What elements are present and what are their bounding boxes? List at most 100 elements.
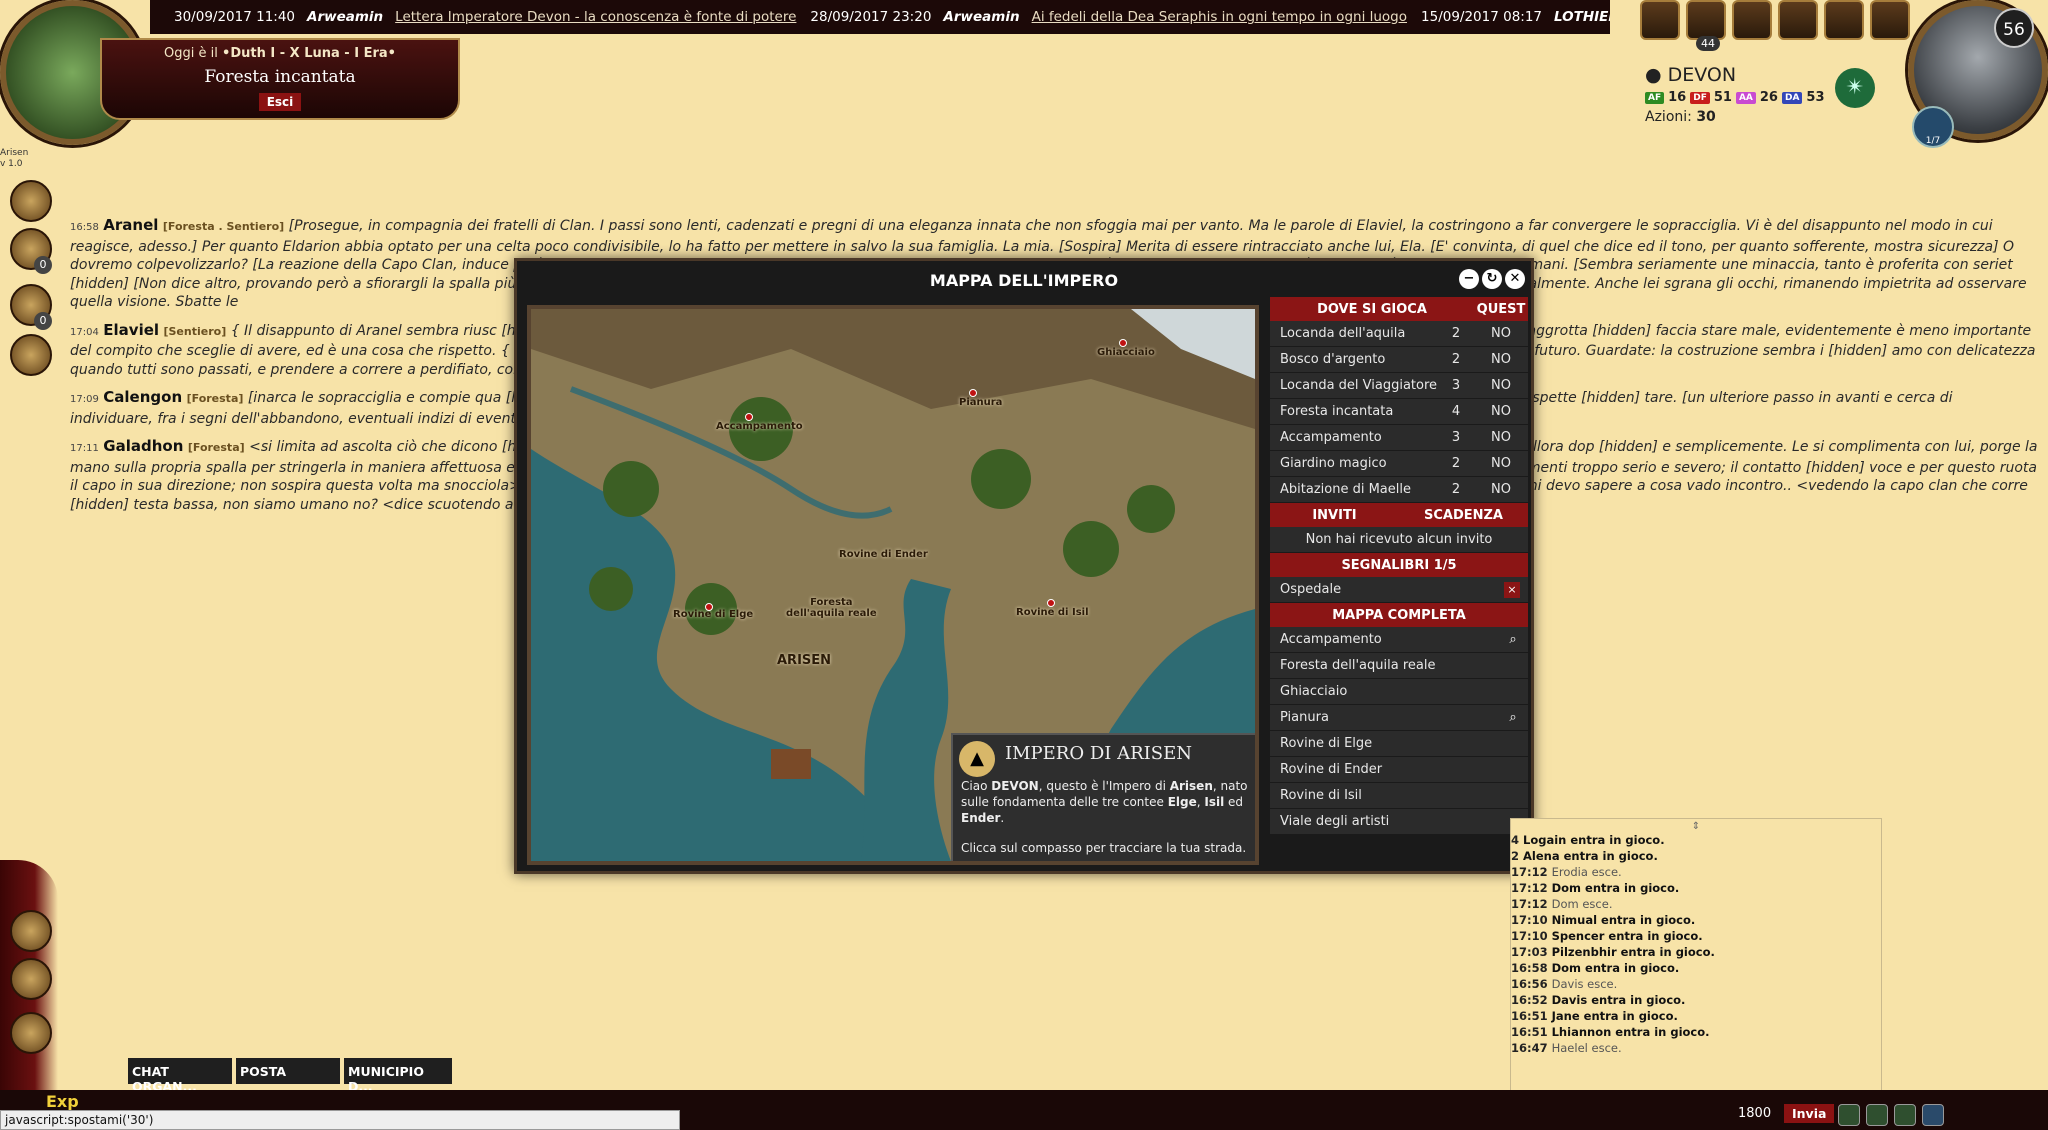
log-text: Alena entra in gioco.: [1523, 849, 1658, 863]
bookmark-row[interactable]: Ospedale ×: [1270, 577, 1528, 603]
where-quest: NO: [1491, 482, 1511, 497]
log-text: Dom entra in gioco.: [1551, 961, 1680, 975]
search-icon[interactable]: ⌕: [1498, 632, 1528, 647]
where-name[interactable]: Locanda dell'aquila: [1270, 326, 1438, 341]
where-name[interactable]: Bosco d'argento: [1270, 352, 1438, 367]
log-entry: 17:10 Nimual entra in gioco.: [1511, 912, 1881, 928]
remove-bookmark-icon[interactable]: ×: [1504, 581, 1520, 598]
chat-author[interactable]: Aranel: [103, 216, 158, 234]
fullmap-row[interactable]: Accampamento ⌕: [1270, 627, 1528, 653]
news-author[interactable]: Arweamin: [943, 9, 1019, 25]
fullmap-name[interactable]: Foresta dell'aquila reale: [1270, 658, 1528, 673]
minimize-icon[interactable]: −: [1459, 269, 1479, 289]
close-icon[interactable]: ✕: [1505, 269, 1525, 289]
chat-author[interactable]: Elaviel: [103, 321, 159, 339]
where-row[interactable]: Locanda dell'aquila 2 NO: [1270, 321, 1528, 347]
resize-handle-icon[interactable]: ⇕: [1511, 821, 1881, 832]
map-label-isil[interactable]: Rovine di Isil: [1016, 607, 1089, 618]
chat-author[interactable]: Galadhon: [103, 437, 183, 455]
send-button[interactable]: Invia: [1784, 1104, 1835, 1123]
map-pin[interactable]: [745, 413, 753, 421]
fullmap-row[interactable]: Rovine di Ender: [1270, 757, 1528, 783]
map-pin[interactable]: [1119, 339, 1127, 347]
refresh-icon[interactable]: ↻: [1482, 269, 1502, 289]
bookmark-name[interactable]: Ospedale: [1270, 582, 1504, 597]
news-link[interactable]: Ai fedeli della Dea Seraphis in ogni tem…: [1032, 9, 1407, 25]
map-pin[interactable]: [969, 389, 977, 397]
palette-icon[interactable]: [10, 334, 52, 376]
fullmap-name[interactable]: Rovine di Elge: [1270, 736, 1528, 751]
potion-icon[interactable]: [1870, 0, 1910, 40]
fullmap-name[interactable]: Ghiacciaio: [1270, 684, 1528, 699]
bottom-tab[interactable]: POSTA: [236, 1058, 340, 1084]
where-name[interactable]: Abitazione di Maelle: [1270, 482, 1438, 497]
map-label-elge[interactable]: Rovine di Elge: [673, 609, 753, 620]
map-pin[interactable]: [1047, 599, 1055, 607]
fullmap-name[interactable]: Viale degli artisti: [1270, 814, 1528, 829]
where-row[interactable]: Bosco d'argento 2 NO: [1270, 347, 1528, 373]
fullmap-name[interactable]: Pianura: [1270, 710, 1498, 725]
settings-gear-icon[interactable]: [10, 958, 52, 1000]
where-name[interactable]: Foresta incantata: [1270, 404, 1438, 419]
map-label-foresta-aquila[interactable]: Foresta dell'aquila reale: [786, 597, 877, 619]
where-row[interactable]: Foresta incantata 4 NO: [1270, 399, 1528, 425]
empire-map[interactable]: Accampamento Pianura Ghiacciaio Rovine d…: [527, 305, 1259, 865]
where-count: 2: [1451, 326, 1461, 341]
where-row[interactable]: Locanda del Viaggiatore 3 NO: [1270, 373, 1528, 399]
character-icon[interactable]: [1866, 1104, 1888, 1126]
bottom-tab[interactable]: CHAT ORGAN...: [128, 1058, 232, 1094]
fullmap-row[interactable]: Rovine di Isil: [1270, 783, 1528, 809]
fullmap-row[interactable]: Rovine di Elge: [1270, 731, 1528, 757]
map-label-arisen[interactable]: ARISEN: [777, 653, 831, 668]
exp-label[interactable]: Exp: [46, 1092, 79, 1111]
log-text: Lhiannon entra in gioco.: [1551, 1025, 1710, 1039]
search-icon[interactable]: ⌕: [1498, 710, 1528, 725]
fullmap-row[interactable]: Ghiacciaio: [1270, 679, 1528, 705]
fullmap-name[interactable]: Rovine di Isil: [1270, 788, 1528, 803]
journal-icon[interactable]: [10, 180, 52, 222]
news-author[interactable]: Arweamin: [307, 9, 383, 25]
today-date: Oggi è il •Duth I - X Luna - I Era•: [164, 46, 396, 61]
log-entry: 17:12 Dom entra in gioco.: [1511, 880, 1881, 896]
emote-icon[interactable]: [1838, 1104, 1860, 1126]
scroll-lock-icon[interactable]: [1894, 1104, 1916, 1126]
quest-icon[interactable]: [1824, 0, 1864, 40]
save-icon[interactable]: [1922, 1104, 1944, 1126]
bottom-tab[interactable]: MUNICIPIO D...: [344, 1058, 452, 1094]
where-name[interactable]: Accampamento: [1270, 430, 1438, 445]
map-label-pianura[interactable]: Pianura: [959, 397, 1002, 408]
news-author[interactable]: LOTHIEN: [1554, 9, 1610, 25]
chat-author[interactable]: Calengon: [103, 388, 182, 406]
where-row[interactable]: Abitazione di Maelle 2 NO: [1270, 477, 1528, 503]
log-time: 17:10: [1511, 929, 1548, 943]
where-row[interactable]: Giardino magico 2 NO: [1270, 451, 1528, 477]
map-label-ghiacciaio[interactable]: Ghiacciaio: [1097, 347, 1155, 358]
avatar-icon[interactable]: [1732, 0, 1772, 40]
where-row[interactable]: Accampamento 3 NO: [1270, 425, 1528, 451]
alerts-icon[interactable]: 0: [10, 284, 52, 330]
fullmap-row[interactable]: Foresta dell'aquila reale: [1270, 653, 1528, 679]
news-date: 30/09/2017 11:40: [174, 9, 296, 25]
where-name[interactable]: Giardino magico: [1270, 456, 1438, 471]
where-name[interactable]: Locanda del Viaggiatore: [1270, 378, 1438, 393]
door-icon[interactable]: [10, 1012, 52, 1054]
exit-button[interactable]: Esci: [258, 93, 302, 111]
guild-icon[interactable]: [1640, 0, 1680, 40]
compass-icon[interactable]: ▲: [959, 741, 995, 777]
news-link[interactable]: Lettera Imperatore Devon - la conoscenza…: [395, 9, 796, 25]
fullmap-row[interactable]: Viale degli artisti: [1270, 809, 1528, 835]
friends-icon[interactable]: 44: [1686, 0, 1726, 51]
scroll-icon[interactable]: [10, 910, 52, 952]
mail-icon[interactable]: 0: [10, 228, 52, 274]
fullmap-row[interactable]: Pianura ⌕: [1270, 705, 1528, 731]
chat-location-tag: [Foresta . Sentiero]: [162, 220, 285, 233]
character-name[interactable]: ● DEVON: [1645, 64, 1825, 86]
fullmap-name[interactable]: Rovine di Ender: [1270, 762, 1528, 777]
fullmap-name[interactable]: Accampamento: [1270, 632, 1498, 647]
map-label-ender[interactable]: Rovine di Ender: [839, 549, 928, 560]
inventory-icon[interactable]: [1778, 0, 1818, 40]
map-label-accampamento[interactable]: Accampamento: [716, 421, 803, 432]
log-entry: 17:10 Spencer entra in gioco.: [1511, 928, 1881, 944]
small-orb[interactable]: 1/7: [1912, 106, 1954, 148]
star-emblem-icon[interactable]: ✴: [1835, 68, 1875, 108]
